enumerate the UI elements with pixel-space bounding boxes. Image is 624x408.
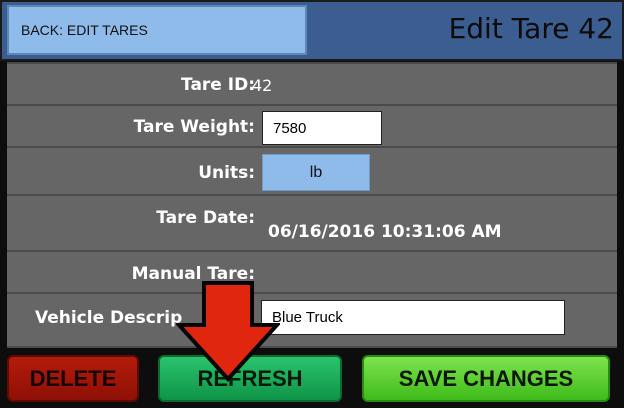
vehicle-description-label: Vehicle Descrip	[35, 308, 183, 328]
vehicle-description-row: Vehicle Descrip Blue Truck	[7, 292, 617, 348]
units-select[interactable]: lb	[262, 154, 370, 191]
delete-button[interactable]: DELETE	[7, 355, 139, 402]
tare-id-label: Tare ID:	[181, 75, 255, 95]
vehicle-description-input[interactable]: Blue Truck	[261, 300, 565, 335]
manual-tare-row: Manual Tare:	[7, 250, 617, 294]
tare-id-value: 42	[252, 76, 273, 95]
tare-weight-input[interactable]: 7580	[262, 111, 382, 145]
tare-weight-row: Tare Weight: 7580	[7, 104, 617, 148]
save-changes-button[interactable]: SAVE CHANGES	[362, 355, 610, 402]
edit-tare-screen: BACK: EDIT TARES Edit Tare 42 Tare ID: 4…	[0, 0, 624, 408]
header-bar: BACK: EDIT TARES Edit Tare 42	[0, 0, 624, 61]
page-title: Edit Tare 42	[448, 12, 614, 45]
tare-id-row: Tare ID: 42	[7, 62, 617, 106]
tare-date-label: Tare Date:	[156, 208, 255, 228]
tare-weight-label: Tare Weight:	[133, 117, 255, 137]
units-label: Units:	[198, 163, 255, 183]
back-edit-tares-button[interactable]: BACK: EDIT TARES	[7, 5, 307, 55]
tare-date-value: 06/16/2016 10:31:06 AM	[268, 222, 502, 242]
units-row: Units: lb	[7, 146, 617, 196]
tare-date-row: Tare Date: 06/16/2016 10:31:06 AM	[7, 194, 617, 252]
red-down-arrow-icon	[176, 281, 280, 382]
